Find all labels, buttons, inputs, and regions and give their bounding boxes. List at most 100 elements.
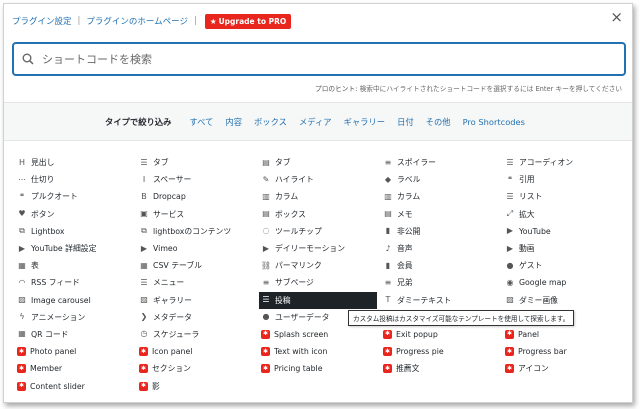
shortcode-item[interactable]: ≡ 兄弟 xyxy=(381,274,503,291)
shortcode-item[interactable]: ◠ RSS フィード xyxy=(15,274,137,291)
shortcode-item[interactable]: ⋯ 仕切り xyxy=(15,171,137,188)
shortcode-item-label: 音声 xyxy=(397,244,413,254)
shortcode-item[interactable]: ϟ アニメーション xyxy=(15,309,137,326)
shortcode-item[interactable]: ☰ リスト xyxy=(503,188,625,205)
upgrade-to-pro-button[interactable]: ★ Upgrade to PRO xyxy=(204,13,292,29)
shortcode-item[interactable]: ❝ 引用 xyxy=(503,171,625,188)
shortcode-item[interactable]: ✱ Panel xyxy=(503,326,625,343)
shortcode-item-label: ラベル xyxy=(397,175,421,185)
shortcode-item[interactable]: ▣ サービス xyxy=(137,206,259,223)
shortcode-item[interactable]: ✱ Pricing table xyxy=(259,360,381,377)
shortcode-item[interactable]: ⧉ Lightbox xyxy=(15,223,137,240)
quote-icon: ❝ xyxy=(19,191,25,201)
pro-icon: ✱ xyxy=(139,364,148,374)
shortcode-item[interactable]: B Dropcap xyxy=(137,188,259,205)
list-icon: ≡ xyxy=(384,277,392,287)
shortcode-item[interactable]: ▨ ギャラリー xyxy=(137,292,259,309)
shortcode-item[interactable]: ✱ Progress pie xyxy=(381,343,503,360)
plugin-settings-link[interactable]: プラグイン設定 xyxy=(12,15,72,27)
shortcode-item[interactable]: ❝ プルクオート xyxy=(15,188,137,205)
filter-tab-content[interactable]: 内容 xyxy=(225,116,242,128)
shortcode-item[interactable]: ▤ タブ xyxy=(259,154,381,171)
shortcode-item[interactable]: ✱ アイコン xyxy=(503,360,625,377)
filter-tab-date[interactable]: 日付 xyxy=(397,116,414,128)
shortcode-item[interactable]: ✎ ハイライト xyxy=(259,171,381,188)
pro-tip-label: プロのヒント: xyxy=(315,85,358,93)
shortcode-item[interactable]: ♥ ボタン xyxy=(15,206,137,223)
shortcode-item[interactable]: ◷ スケジューラ xyxy=(137,326,259,343)
shortcode-item-label: Image carousel xyxy=(31,295,91,305)
pro-icon: ✱ xyxy=(383,329,392,339)
shortcode-item[interactable]: ☰ アコーディオン xyxy=(503,154,625,171)
shortcode-item[interactable]: ▦ CSV テーブル xyxy=(137,257,259,274)
plugin-homepage-link[interactable]: プラグインのホームページ xyxy=(86,15,188,27)
shortcode-item[interactable]: ▥ カラム xyxy=(259,188,381,205)
shortcode-item[interactable]: ▤ ボックス xyxy=(259,206,381,223)
link-icon: ⛓ xyxy=(260,260,272,270)
shortcode-item[interactable]: ✱ Splash screen xyxy=(259,326,381,343)
shortcode-item[interactable]: ▨ Image carousel xyxy=(15,292,137,309)
shortcode-item[interactable]: ● ゲスト xyxy=(503,257,625,274)
shortcode-item[interactable]: ▮ 会員 xyxy=(381,257,503,274)
shortcode-item[interactable]: ✱ Photo panel xyxy=(15,343,137,360)
filter-tab-box[interactable]: ボックス xyxy=(254,116,287,128)
shortcode-item[interactable]: ▶ 動画 xyxy=(503,240,625,257)
video-icon: ▶ xyxy=(506,243,514,253)
shortcode-item[interactable]: ⤢ 拡大 xyxy=(503,206,625,223)
filter-tab-media[interactable]: メディア xyxy=(299,116,332,128)
columns-icon: ▥ xyxy=(384,191,392,201)
shortcode-item[interactable]: ◉ Google map xyxy=(503,274,625,291)
shortcode-item[interactable]: ⧉ lightboxのコンテンツ xyxy=(137,223,259,240)
shortcode-item-label: Icon panel xyxy=(152,347,193,357)
shortcode-item[interactable]: ✱ Text with icon xyxy=(259,343,381,360)
shortcode-item[interactable]: ▦ 表 xyxy=(15,257,137,274)
shortcode-item[interactable]: ≡ スポイラー xyxy=(381,154,503,171)
shortcode-item[interactable]: ✱ 推薦文 xyxy=(381,360,503,377)
shortcode-item[interactable]: ✱ Member xyxy=(15,360,137,377)
shortcode-item[interactable]: ◆ ラベル xyxy=(381,171,503,188)
shortcode-item[interactable]: T ダミーテキスト xyxy=(381,292,503,309)
filter-tab-other[interactable]: その他 xyxy=(426,116,451,128)
shortcode-item-label: スポイラー xyxy=(397,158,436,168)
filter-tab-gallery[interactable]: ギャラリー xyxy=(344,116,386,128)
table-icon: ▦ xyxy=(18,260,26,270)
shortcode-item[interactable]: ▶ YouTube 詳細設定 xyxy=(15,240,137,257)
shortcode-item-label: サブページ xyxy=(275,278,314,288)
shortcode-item[interactable]: ♪ 音声 xyxy=(381,240,503,257)
shortcode-item[interactable]: ▨ ダミー画像 xyxy=(503,292,625,309)
shortcode-item[interactable]: ▶ YouTube xyxy=(503,223,625,240)
shortcode-item-label: ユーザーデータ xyxy=(275,312,330,322)
shortcode-item[interactable]: ▮ 非公開 xyxy=(381,223,503,240)
shortcode-item[interactable]: ✱ Icon panel xyxy=(137,343,259,360)
shortcode-item[interactable]: ☰ メニュー xyxy=(137,274,259,291)
shortcode-item[interactable]: ✱ Progress bar xyxy=(503,343,625,360)
shortcode-item[interactable]: ▶ デイリーモーション xyxy=(259,240,381,257)
shortcode-item[interactable]: ☰ タブ xyxy=(137,154,259,171)
shortcode-item-label: Dropcap xyxy=(153,192,186,202)
shortcode-item-label: 表 xyxy=(31,261,39,271)
shortcode-item[interactable]: ◌ ツールチップ xyxy=(259,223,381,240)
tooltip: カスタム投稿はカスタマイズ可能なテンプレートを使用して探索します。 xyxy=(348,310,575,326)
shortcode-item[interactable]: ▤ メモ xyxy=(381,206,503,223)
shortcode-item[interactable]: ❯ メタデータ xyxy=(137,309,259,326)
shortcode-item[interactable]: ▦ QR コード xyxy=(15,326,137,343)
close-icon[interactable]: × xyxy=(610,10,623,25)
filter-tab-all[interactable]: すべて xyxy=(189,116,213,128)
shortcode-item[interactable]: H 見出し xyxy=(15,154,137,171)
shortcode-item-label: Photo panel xyxy=(30,347,77,357)
shortcode-item[interactable]: ⛓ パーマリンク xyxy=(259,257,381,274)
shortcode-item[interactable]: I スペーサー xyxy=(137,171,259,188)
shortcode-item[interactable]: ☰ 投稿 xyxy=(259,291,377,309)
pencil-icon: ✎ xyxy=(262,174,270,184)
shortcode-item[interactable]: ✱ 影 xyxy=(137,377,259,394)
filter-tab-pro[interactable]: Pro Shortcodes xyxy=(463,117,525,127)
shortcode-item[interactable]: ≡ サブページ xyxy=(259,274,381,291)
shortcode-item[interactable]: ✱ セクション xyxy=(137,360,259,377)
shortcode-item[interactable]: ▥ カラム xyxy=(381,188,503,205)
shortcode-item-label: CSV テーブル xyxy=(153,261,202,271)
shortcode-item-label: サービス xyxy=(153,209,185,219)
shortcode-item[interactable]: ✱ Content slider xyxy=(15,377,137,394)
shortcode-item[interactable]: ▶ Vimeo xyxy=(137,240,259,257)
search-input[interactable] xyxy=(42,52,602,66)
shortcode-item[interactable]: ✱ Exit popup xyxy=(381,326,503,343)
